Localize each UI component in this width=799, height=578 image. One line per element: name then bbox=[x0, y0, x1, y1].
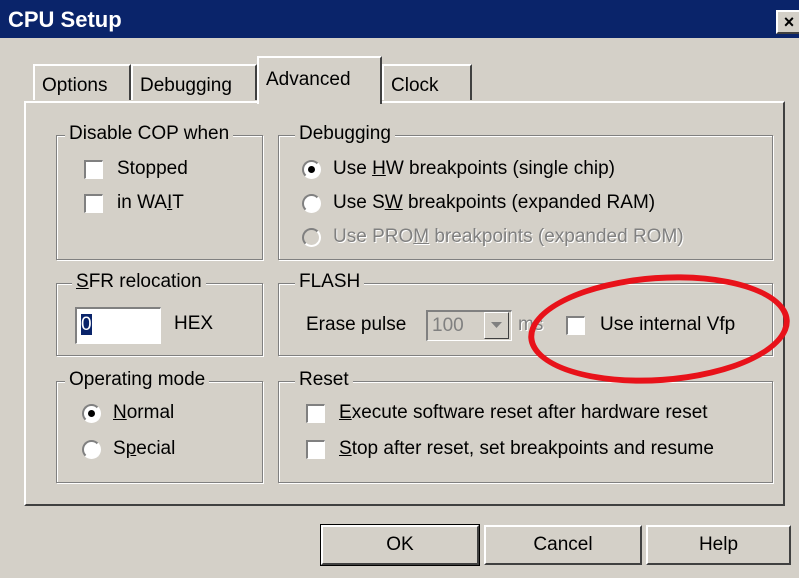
prom-breakpoints-radio[interactable] bbox=[302, 228, 321, 247]
window-title: CPU Setup bbox=[8, 7, 122, 32]
execute-software-reset-label: Execute software reset after hardware re… bbox=[339, 402, 708, 423]
reset-legend: Reset bbox=[295, 369, 353, 391]
tab-label: Debugging bbox=[140, 75, 232, 96]
in-wait-label: in WAIT bbox=[117, 192, 184, 213]
stop-after-reset-checkbox[interactable] bbox=[306, 440, 325, 459]
tab-options[interactable]: Options bbox=[33, 64, 131, 100]
cancel-button[interactable]: Cancel bbox=[484, 525, 642, 565]
ok-button[interactable]: OK bbox=[320, 524, 480, 566]
sw-breakpoints-radio[interactable] bbox=[302, 194, 321, 213]
title-bar: CPU Setup bbox=[0, 0, 799, 38]
operating-mode-group bbox=[56, 381, 263, 483]
sfr-relocation-legend: SFR relocation bbox=[72, 271, 206, 293]
chevron-down-icon bbox=[491, 322, 502, 328]
tab-debugging[interactable]: Debugging bbox=[131, 64, 257, 100]
hw-breakpoints-radio[interactable] bbox=[302, 160, 321, 179]
close-icon: × bbox=[783, 12, 795, 32]
hw-breakpoints-label: Use HW breakpoints (single chip) bbox=[333, 158, 615, 179]
hex-label: HEX bbox=[174, 313, 214, 334]
normal-mode-radio[interactable] bbox=[82, 404, 101, 423]
execute-software-reset-checkbox[interactable] bbox=[306, 404, 325, 423]
special-mode-label: Special bbox=[113, 438, 176, 459]
stop-after-reset-label: Stop after reset, set breakpoints and re… bbox=[339, 438, 714, 459]
tab-advanced[interactable]: Advanced bbox=[257, 56, 382, 104]
sw-breakpoints-label: Use SW breakpoints (expanded RAM) bbox=[333, 192, 656, 213]
erase-pulse-value: 100 bbox=[432, 315, 464, 336]
tab-label: Clock bbox=[391, 75, 439, 96]
use-internal-vfp-checkbox[interactable] bbox=[566, 316, 585, 335]
in-wait-checkbox[interactable] bbox=[84, 194, 103, 213]
close-button[interactable]: × bbox=[776, 10, 799, 34]
tab-label: Advanced bbox=[266, 69, 351, 90]
sfr-relocation-input[interactable]: 0 bbox=[75, 307, 161, 344]
tab-clock[interactable]: Clock bbox=[382, 64, 472, 100]
normal-mode-label: Normal bbox=[113, 402, 175, 423]
sfr-value: 0 bbox=[81, 314, 92, 335]
erase-pulse-dropdown-button[interactable] bbox=[484, 312, 509, 339]
flash-legend: FLASH bbox=[295, 271, 365, 293]
tab-label: Options bbox=[42, 75, 108, 96]
prom-breakpoints-label: Use PROM breakpoints (expanded ROM) bbox=[333, 226, 684, 247]
stopped-label: Stopped bbox=[117, 158, 188, 179]
reset-group bbox=[278, 381, 773, 483]
debugging-legend: Debugging bbox=[295, 123, 395, 145]
erase-pulse-label: Erase pulse bbox=[306, 314, 407, 335]
use-internal-vfp-label: Use internal Vfp bbox=[600, 314, 736, 335]
help-button[interactable]: Help bbox=[646, 525, 791, 565]
stopped-checkbox[interactable] bbox=[84, 160, 103, 179]
operating-mode-legend: Operating mode bbox=[65, 369, 210, 391]
disable-cop-legend: Disable COP when bbox=[65, 123, 234, 145]
special-mode-radio[interactable] bbox=[82, 440, 101, 459]
erase-pulse-unit: ms bbox=[518, 314, 544, 335]
